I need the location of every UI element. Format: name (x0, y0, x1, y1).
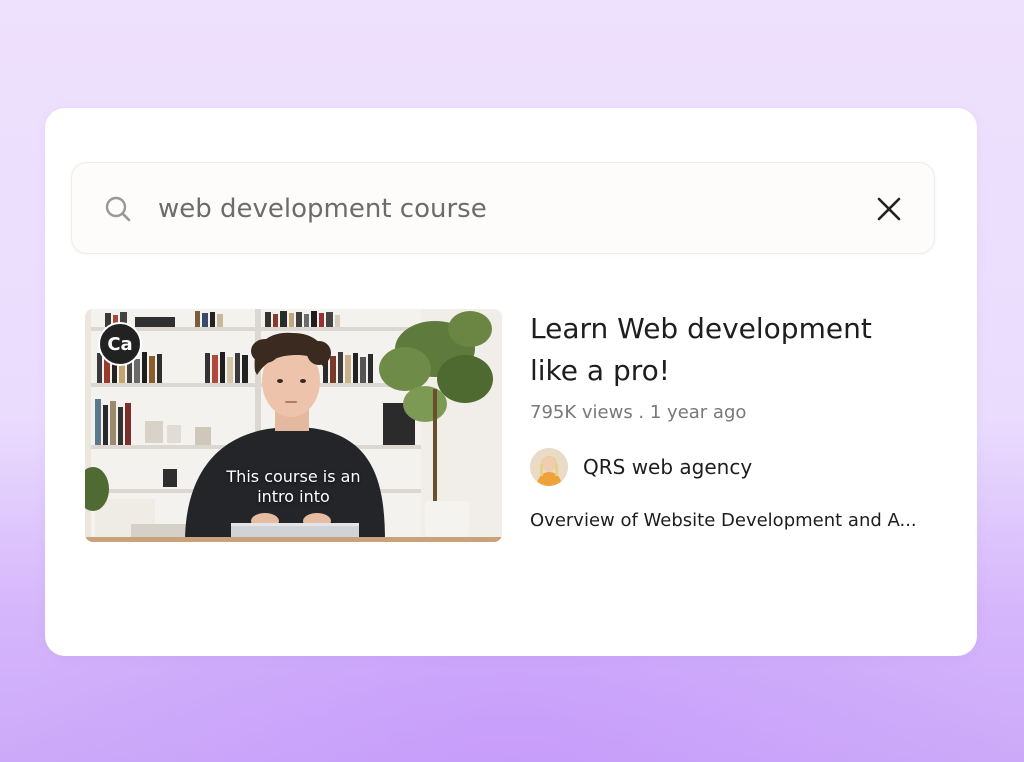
avatar (530, 448, 568, 486)
search-results-card: Ca This course is an intro into Learn We… (45, 108, 977, 656)
search-input[interactable] (158, 189, 838, 229)
video-thumbnail[interactable]: Ca This course is an intro into (85, 309, 502, 542)
video-thumbnail-image (85, 309, 502, 542)
video-meta: 795K views . 1 year ago (530, 402, 747, 423)
video-caption-line-1: This course is an (226, 467, 361, 486)
channel-badge: Ca (98, 322, 142, 366)
video-description: Overview of Website Development and A... (530, 510, 917, 531)
channel-name: QRS web agency (583, 455, 753, 479)
video-caption-line-2: intro into (257, 487, 330, 506)
video-caption: This course is an intro into (85, 467, 502, 507)
channel-link[interactable]: QRS web agency (530, 448, 752, 486)
video-title-line-2: like a pro! (530, 354, 670, 387)
video-title-line-1: Learn Web development (530, 312, 872, 345)
search-bar[interactable] (71, 162, 935, 254)
search-icon (105, 196, 131, 222)
video-title[interactable]: Learn Web development like a pro! (530, 308, 930, 392)
close-icon[interactable] (876, 196, 902, 222)
